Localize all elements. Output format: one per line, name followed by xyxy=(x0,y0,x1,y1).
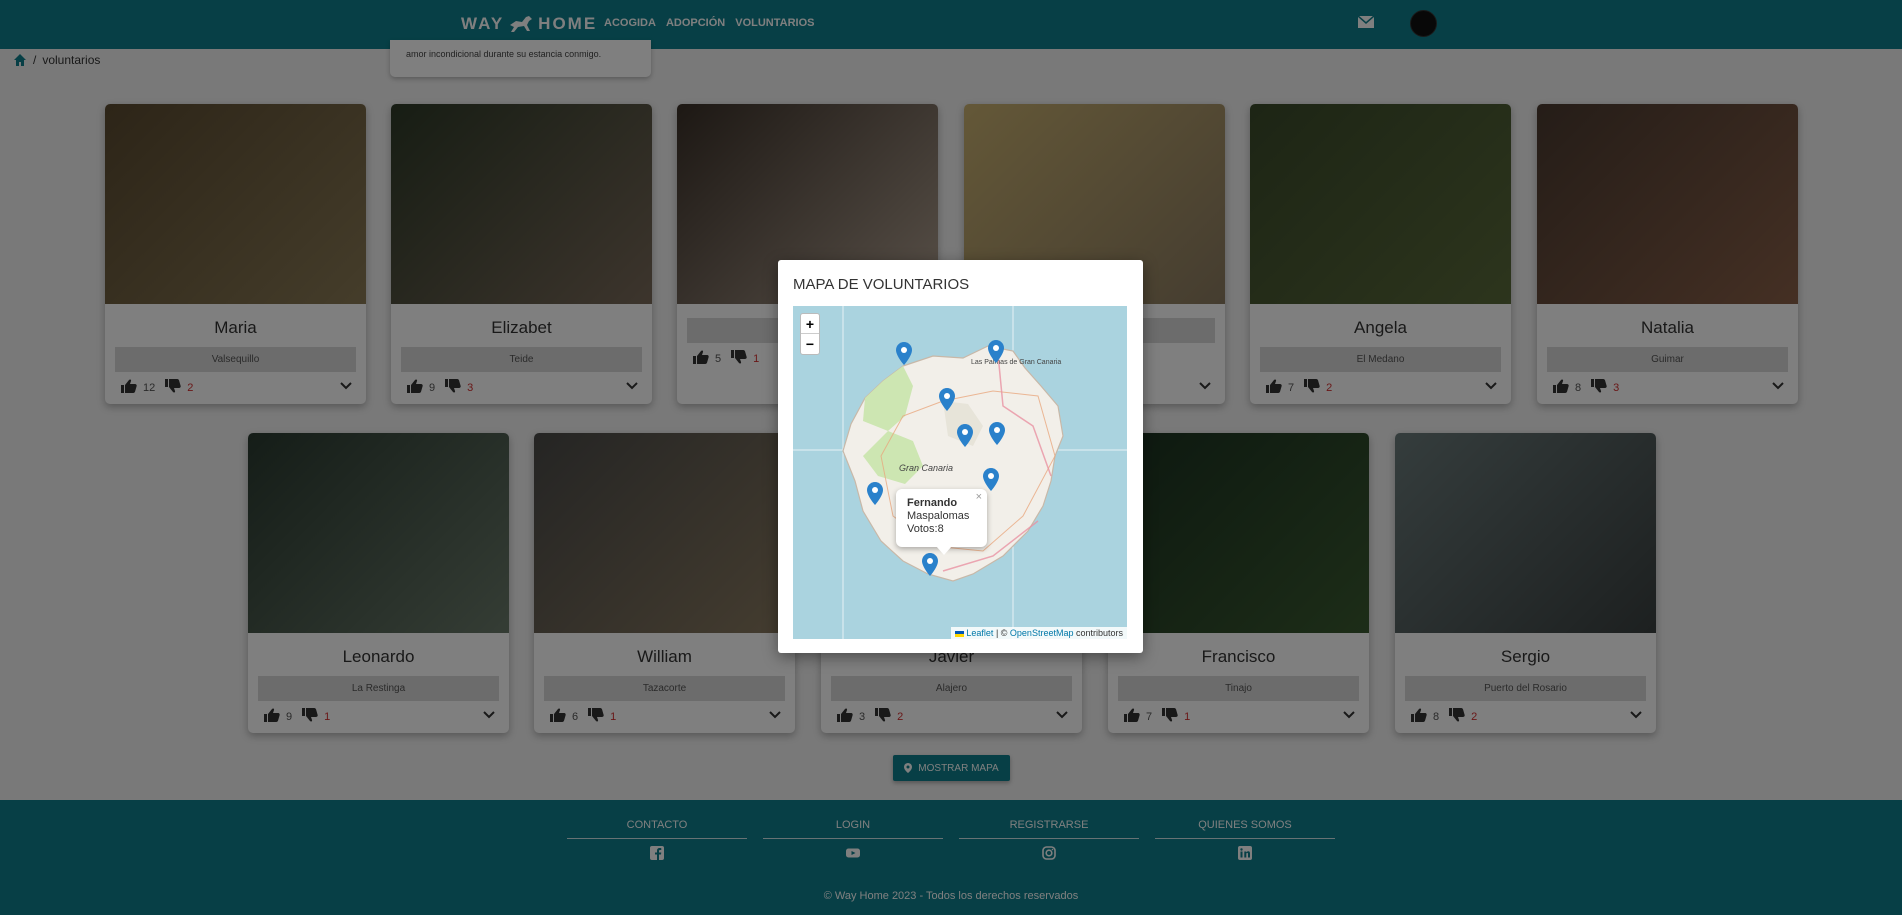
map-marker[interactable] xyxy=(957,424,973,447)
map-label-city: Las Palmas de Gran Canaria xyxy=(971,359,1061,366)
map-popup: × Fernando Maspalomas Votos:8 xyxy=(896,489,987,547)
zoom-control: + − xyxy=(800,313,820,355)
popup-volunteer-location: Maspalomas xyxy=(907,510,970,522)
zoom-out-button[interactable]: − xyxy=(801,334,819,354)
map-marker[interactable] xyxy=(896,342,912,365)
popup-tip xyxy=(936,546,952,555)
leaflet-map[interactable]: Gran Canaria Las Palmas de Gran Canaria … xyxy=(793,306,1127,639)
leaflet-link[interactable]: Leaflet xyxy=(966,628,993,638)
osm-link[interactable]: OpenStreetMap xyxy=(1010,628,1074,638)
zoom-in-button[interactable]: + xyxy=(801,314,819,334)
map-tiles: Gran Canaria Las Palmas de Gran Canaria xyxy=(793,306,1127,639)
volunteer-map-modal: MAPA DE VOLUNTARIOS Gran Canaria Las Pal… xyxy=(778,260,1143,653)
popup-volunteer-name: Fernando xyxy=(907,497,958,509)
attribution-suffix: contributors xyxy=(1073,628,1123,638)
attribution-separator: | © xyxy=(993,628,1010,638)
map-marker[interactable] xyxy=(989,422,1005,445)
map-marker[interactable] xyxy=(988,340,1004,363)
map-marker[interactable] xyxy=(922,553,938,576)
map-marker[interactable] xyxy=(983,468,999,491)
map-marker[interactable] xyxy=(867,482,883,505)
popup-close-button[interactable]: × xyxy=(976,491,982,504)
modal-title: MAPA DE VOLUNTARIOS xyxy=(793,276,970,293)
map-attribution: Leaflet | © OpenStreetMap contributors xyxy=(950,627,1127,639)
map-label-island: Gran Canaria xyxy=(899,463,953,473)
popup-volunteer-votes: Votos:8 xyxy=(907,523,944,535)
map-marker[interactable] xyxy=(939,388,955,411)
ukraine-flag-icon xyxy=(954,630,964,637)
